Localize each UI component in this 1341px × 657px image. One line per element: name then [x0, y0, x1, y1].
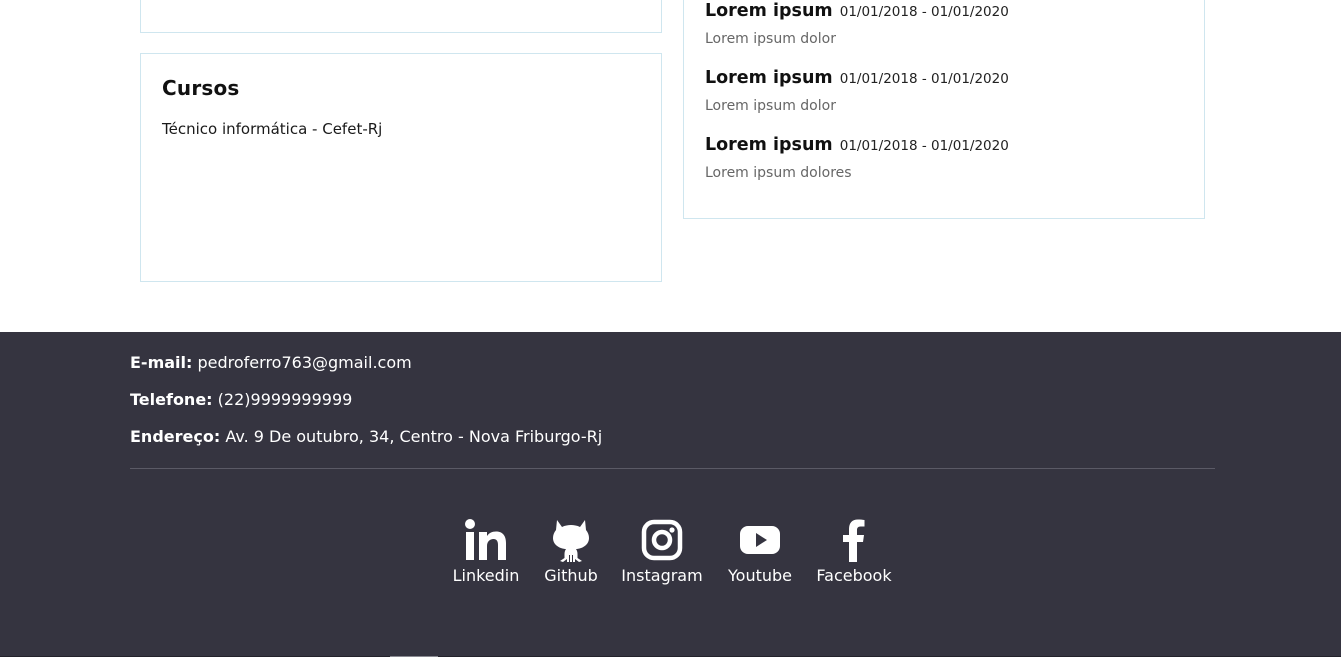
email-label: E-mail:: [130, 353, 193, 372]
address-value: Av. 9 De outubro, 34, Centro - Nova Frib…: [225, 427, 603, 446]
contact-email: E-mail: pedroferro763@gmail.com: [130, 353, 412, 372]
social-link-github[interactable]: Github: [538, 518, 604, 585]
site-footer: E-mail: pedroferro763@gmail.com Telefone…: [0, 332, 1341, 657]
youtube-icon: [724, 518, 796, 562]
phone-value: (22)9999999999: [217, 390, 353, 409]
experience-description: Lorem ipsum dolores: [705, 165, 852, 181]
contact-phone: Telefone: (22)9999999999: [130, 390, 352, 409]
top-left-card: [140, 0, 662, 33]
social-label: Linkedin: [452, 566, 520, 585]
experience-description: Lorem ipsum dolor: [705, 31, 836, 47]
experience-role: Lorem ipsum: [705, 1, 833, 21]
email-value[interactable]: pedroferro763@gmail.com: [198, 353, 412, 372]
social-label: Facebook: [816, 566, 892, 585]
social-label: Instagram: [621, 566, 703, 585]
contact-address: Endereço: Av. 9 De outubro, 34, Centro -…: [130, 427, 602, 446]
experience-period: 01/01/2018 - 01/01/2020: [839, 71, 1009, 87]
social-link-facebook[interactable]: Facebook: [815, 518, 893, 585]
social-label: Youtube: [728, 566, 792, 585]
instagram-icon: [621, 518, 703, 562]
experience-role: Lorem ipsum: [705, 68, 833, 88]
social-label: Github: [544, 566, 598, 585]
courses-title: Cursos: [162, 76, 240, 100]
social-link-linkedin[interactable]: Linkedin: [451, 518, 521, 585]
courses-card: Cursos Técnico informática - Cefet-Rj: [140, 53, 662, 282]
github-icon: [538, 518, 604, 562]
facebook-icon: [815, 518, 893, 562]
experience-description: Lorem ipsum dolor: [705, 98, 836, 114]
address-label: Endereço:: [130, 427, 221, 446]
experience-period: 01/01/2018 - 01/01/2020: [839, 4, 1009, 20]
experience-item: Lorem ipsum 01/01/2018 - 01/01/2020 Lore…: [705, 1, 1009, 47]
experience-role: Lorem ipsum: [705, 135, 833, 155]
experience-period: 01/01/2018 - 01/01/2020: [839, 138, 1009, 154]
course-item: Técnico informática - Cefet-Rj: [162, 120, 383, 138]
experience-item: Lorem ipsum 01/01/2018 - 01/01/2020 Lore…: [705, 68, 1009, 114]
social-link-instagram[interactable]: Instagram: [621, 518, 703, 585]
experience-card: Lorem ipsum 01/01/2018 - 01/01/2020 Lore…: [683, 0, 1205, 219]
experience-item: Lorem ipsum 01/01/2018 - 01/01/2020 Lore…: [705, 135, 1009, 181]
social-link-youtube[interactable]: Youtube: [724, 518, 796, 585]
phone-label: Telefone:: [130, 390, 213, 409]
linkedin-icon: [451, 518, 521, 562]
footer-divider: [130, 468, 1215, 469]
